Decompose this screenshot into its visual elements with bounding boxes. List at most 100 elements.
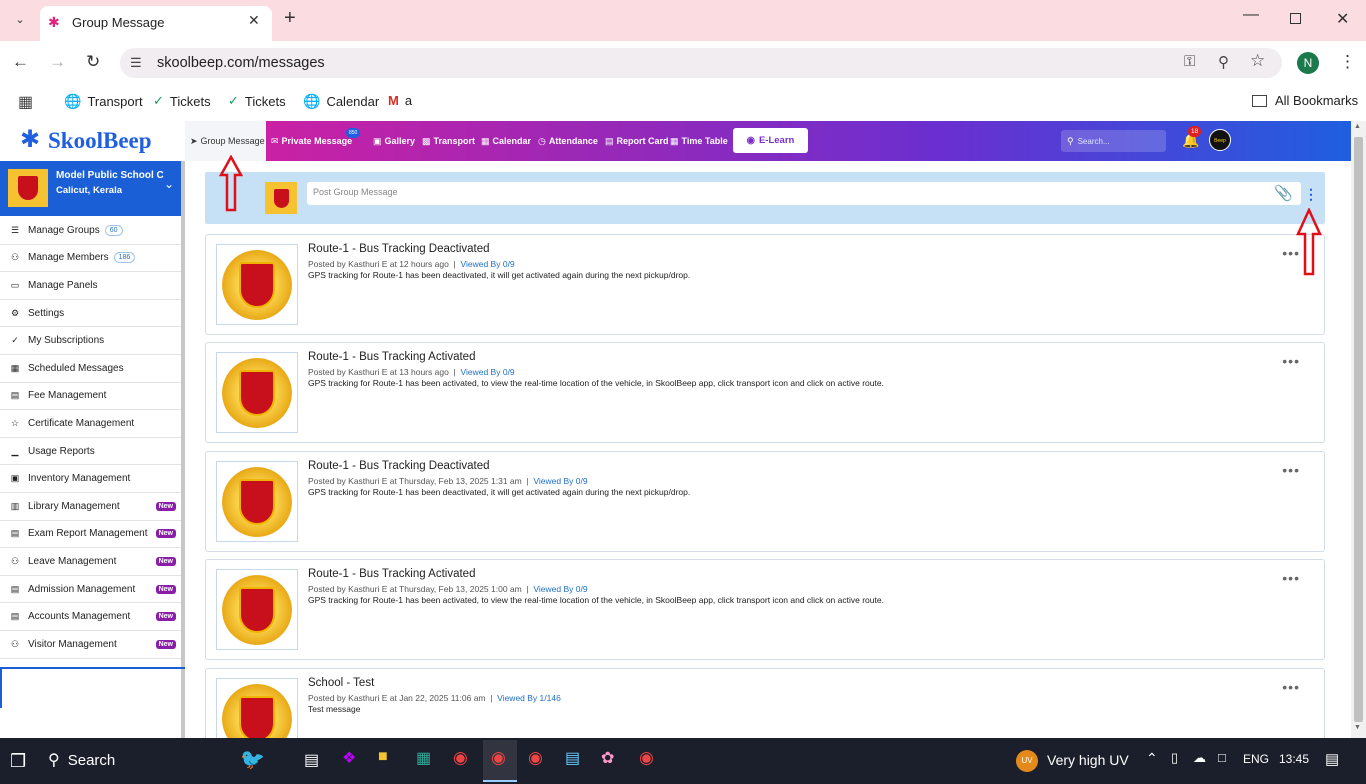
browser-menu-icon[interactable]: ⋮ — [1339, 52, 1356, 72]
bookmark-transport[interactable]: 🌐 Transport — [64, 93, 143, 110]
taskbar-search[interactable]: ⚲ Search — [48, 750, 115, 770]
nav-gallery[interactable]: ▣ Gallery — [373, 121, 415, 161]
post-message-input[interactable]: Post Group Message 📎 — [307, 182, 1301, 205]
message-card[interactable]: School - Test Posted by Kasthuri E at Jan… — [205, 668, 1325, 759]
page-scrollbar[interactable]: ▲ ▼ — [1351, 121, 1366, 738]
sidebar-item-leave-management[interactable]: ⚇ Leave Management New — [0, 548, 181, 576]
chevron-up-icon[interactable]: ⌃ — [1146, 750, 1158, 767]
nav-time-table[interactable]: ▦ Time Table — [670, 121, 728, 161]
language-indicator[interactable]: ENG — [1243, 752, 1269, 766]
sidebar-item-certificate-management[interactable]: ☆ Certificate Management — [0, 410, 181, 438]
viewed-by-link[interactable]: Viewed By 0/9 — [460, 367, 514, 377]
more-options-icon[interactable]: ••• — [1282, 353, 1300, 369]
close-window-icon[interactable]: ✕ — [1336, 9, 1349, 29]
chrome-icon[interactable]: ◉ — [491, 748, 506, 768]
file-explorer-icon[interactable]: ■ — [378, 748, 388, 766]
bookmark-calendar[interactable]: 🌐 Calendar — [303, 93, 379, 110]
app-logo[interactable]: SkoolBeep — [48, 128, 152, 154]
nav-attendance[interactable]: ◷ Attendance — [538, 121, 598, 161]
notifications-icon[interactable]: ▤ — [1325, 750, 1339, 768]
sidebar-item-library-management[interactable]: ▥ Library Management New — [0, 493, 181, 521]
message-card[interactable]: Route-1 - Bus Tracking Activated Posted b… — [205, 342, 1325, 443]
bookmark-tickets-2[interactable]: ✓ Tickets — [228, 93, 286, 109]
school-selector[interactable]: Model Public School C Calicut, Kerala ⌄ — [0, 161, 181, 216]
message-card[interactable]: Route-1 - Bus Tracking Deactivated Posted… — [205, 234, 1325, 335]
sidebar-item-settings[interactable]: ⚙ Settings — [0, 300, 181, 328]
skoolbeep-logo-icon[interactable]: ✱ — [20, 125, 40, 154]
store-icon[interactable]: ▦ — [416, 748, 431, 768]
sidebar-item-manage-groups[interactable]: ☰ Manage Groups 60 — [0, 217, 181, 245]
chrome-icon[interactable]: ◉ — [453, 748, 468, 768]
browser-tab[interactable]: ✱ Group Message ✕ — [40, 6, 272, 41]
copilot-icon[interactable]: ❖ — [342, 748, 356, 768]
close-tab-icon[interactable]: ✕ — [248, 12, 260, 29]
task-view-icon[interactable]: ▤ — [304, 750, 319, 770]
nav-private-message[interactable]: ✉ Private Message — [271, 121, 352, 161]
scroll-up-icon[interactable]: ▲ — [1354, 123, 1361, 130]
sidebar-item-usage-reports[interactable]: ▁ Usage Reports — [0, 438, 181, 466]
bookmark-gmail[interactable]: Ma — [388, 93, 412, 108]
bookmark-tickets[interactable]: ✓ Tickets — [153, 93, 211, 109]
scroll-thumb[interactable] — [1354, 137, 1363, 722]
onedrive-icon[interactable]: ☁ — [1193, 750, 1206, 766]
paint-icon[interactable]: ✿ — [601, 748, 614, 768]
restore-icon[interactable] — [1290, 13, 1301, 24]
notepad-icon[interactable]: ▤ — [565, 748, 580, 768]
annotation-arrow-up-icon — [1296, 208, 1322, 276]
chevron-down-icon[interactable]: ⌄ — [164, 177, 174, 191]
chrome-icon[interactable]: ◉ — [528, 748, 543, 768]
sidebar-item-fee-management[interactable]: ▤ Fee Management — [0, 383, 181, 411]
chrome-icon[interactable]: ◉ — [639, 748, 654, 768]
all-bookmarks[interactable]: All Bookmarks — [1252, 93, 1358, 108]
phone-link-icon[interactable]: ▯ — [1171, 750, 1178, 766]
sidebar-item-manage-panels[interactable]: ▭ Manage Panels — [0, 272, 181, 300]
sidebar-item-exam-report-management[interactable]: ▤ Exam Report Management New — [0, 521, 181, 549]
back-icon[interactable]: ← — [12, 52, 29, 72]
sidebar-item-inventory-management[interactable]: ▣ Inventory Management — [0, 465, 181, 493]
nav-calendar[interactable]: ▦ Calendar — [481, 121, 531, 161]
sidebar-item-my-subscriptions[interactable]: ✓ My Subscriptions — [0, 327, 181, 355]
profile-avatar[interactable]: N — [1297, 52, 1319, 74]
minimize-icon[interactable]: — — [1243, 6, 1259, 24]
site-info-icon[interactable]: ☰ — [130, 55, 142, 71]
message-card[interactable]: Route-1 - Bus Tracking Deactivated Posted… — [205, 451, 1325, 552]
elearn-button[interactable]: ◉ E-Learn — [733, 128, 808, 153]
viewed-by-link[interactable]: Viewed By 0/9 — [533, 476, 587, 486]
elearn-label: E-Learn — [758, 135, 795, 146]
search-box[interactable]: ⚲ Search... — [1061, 130, 1166, 152]
more-options-icon[interactable]: ••• — [1282, 679, 1300, 695]
address-bar[interactable]: ☰ skoolbeep.com/messages ⚿ ⚲ ☆ — [120, 48, 1282, 78]
more-options-icon[interactable]: ••• — [1282, 462, 1300, 478]
viewed-by-link[interactable]: Viewed By 0/9 — [533, 584, 587, 594]
sidebar-item-visitor-management[interactable]: ⚇ Visitor Management New — [0, 631, 181, 659]
viewed-by-link[interactable]: Viewed By 1/146 — [497, 693, 561, 703]
network-icon[interactable]: □ — [1218, 750, 1226, 765]
nav-transport[interactable]: ▩ Transport — [422, 121, 475, 161]
sidebar-item-manage-members[interactable]: ⚇ Manage Members 186 — [0, 245, 181, 273]
clock-time[interactable]: 13:45 — [1279, 752, 1309, 766]
sidebar-item-admission-management[interactable]: ▤ Admission Management New — [0, 576, 181, 604]
uv-badge-icon[interactable]: UV — [1016, 750, 1038, 772]
viewed-by-link[interactable]: Viewed By 0/9 — [460, 259, 514, 269]
attachment-icon[interactable]: 📎 — [1274, 184, 1293, 202]
reload-icon[interactable]: ↻ — [86, 52, 100, 72]
tab-list-button[interactable]: ⌄ — [8, 8, 32, 32]
message-card[interactable]: Route-1 - Bus Tracking Activated Posted b… — [205, 559, 1325, 660]
apps-grid-icon[interactable]: ▦ — [18, 92, 33, 112]
zoom-icon[interactable]: ⚲ — [1218, 53, 1229, 71]
forward-icon[interactable]: → — [49, 52, 66, 72]
more-options-icon[interactable]: ••• — [1282, 570, 1300, 586]
scroll-down-icon[interactable]: ▼ — [1354, 724, 1361, 731]
password-key-icon[interactable]: ⚿ — [1184, 53, 1195, 70]
new-tab-icon[interactable]: + — [284, 7, 296, 30]
nav-report-card[interactable]: ▤ Report Card — [605, 121, 669, 161]
windows-start-icon[interactable]: ❒ — [10, 751, 26, 772]
birds-widget-icon[interactable]: 🐦 — [240, 747, 265, 772]
weather-text[interactable]: Very high UV — [1047, 752, 1129, 768]
doc-icon: ▤ — [10, 528, 20, 539]
post-options-icon[interactable]: ⋮ — [1304, 186, 1318, 203]
sidebar-item-accounts-management[interactable]: ▤ Accounts Management New — [0, 603, 181, 631]
bookmark-star-icon[interactable]: ☆ — [1250, 51, 1265, 71]
sidebar-item-scheduled-messages[interactable]: ▦ Scheduled Messages — [0, 355, 181, 383]
user-avatar[interactable]: Beep — [1209, 129, 1231, 151]
